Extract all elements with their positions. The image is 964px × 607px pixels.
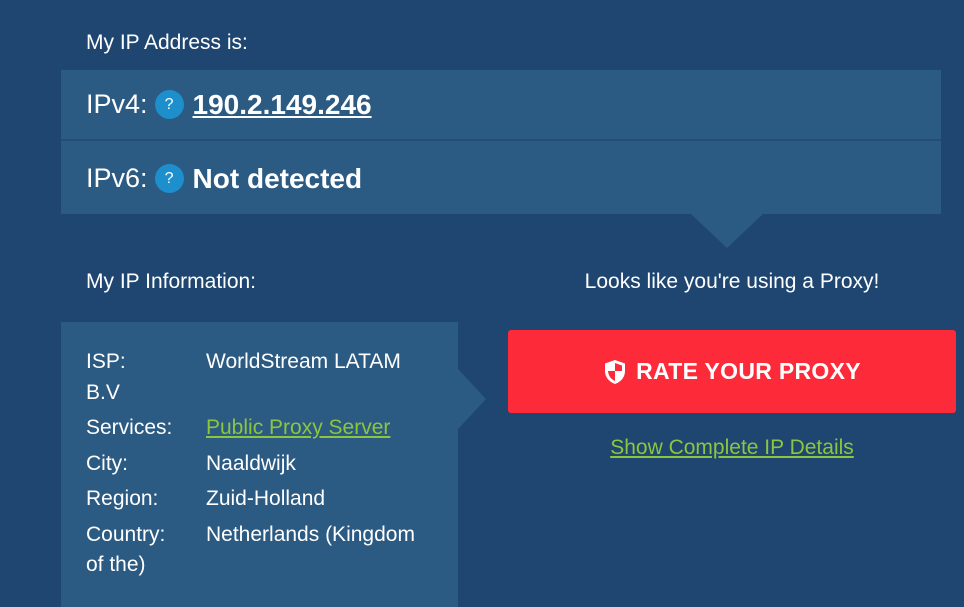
ipv4-value-link[interactable]: 190.2.149.246 bbox=[193, 89, 372, 121]
page: My IP Address is: IPv4: ? 190.2.149.246 … bbox=[0, 0, 964, 607]
country-value-continued: of the) bbox=[86, 553, 146, 576]
panel-pointer bbox=[691, 214, 763, 248]
ip-information-heading: My IP Information: bbox=[86, 270, 257, 293]
city-value: Naaldwijk bbox=[206, 452, 296, 475]
proxy-message: Looks like you're using a Proxy! bbox=[584, 270, 880, 293]
ipv6-label: IPv6: bbox=[86, 163, 148, 193]
shield-icon bbox=[603, 359, 627, 385]
isp-key: ISP: bbox=[86, 350, 126, 373]
country-key: Country: bbox=[86, 523, 166, 546]
rate-your-proxy-button[interactable]: RATE YOUR PROXY bbox=[508, 330, 956, 413]
rate-button-label: RATE YOUR PROXY bbox=[636, 358, 861, 384]
ipv4-row: IPv4: ? 190.2.149.246 bbox=[61, 70, 941, 141]
isp-value-continued: B.V bbox=[86, 381, 120, 404]
help-icon[interactable]: ? bbox=[154, 90, 184, 119]
help-icon[interactable]: ? bbox=[154, 164, 184, 193]
country-value: Netherlands (Kingdom bbox=[206, 523, 415, 546]
region-value: Zuid-Holland bbox=[206, 487, 326, 510]
services-value-link[interactable]: Public Proxy Server bbox=[206, 413, 390, 443]
ip-address-panel: IPv4: ? 190.2.149.246 IPv6: ? Not detect… bbox=[61, 70, 941, 214]
region-key: Region: bbox=[86, 487, 159, 510]
services-key: Services: bbox=[86, 416, 173, 439]
city-key: City: bbox=[86, 452, 128, 475]
ip-address-heading: My IP Address is: bbox=[86, 31, 248, 54]
ipv6-row: IPv6: ? Not detected bbox=[61, 143, 941, 214]
ipv4-label: IPv4: bbox=[86, 89, 148, 119]
isp-value: WorldStream LATAM bbox=[206, 350, 401, 373]
ip-information-panel: ISP: WorldStream LATAM B.V Services: Pub… bbox=[61, 322, 458, 607]
info-panel-pointer bbox=[458, 369, 486, 429]
ipv6-value: Not detected bbox=[192, 162, 363, 194]
show-complete-ip-details-link[interactable]: Show Complete IP Details bbox=[508, 436, 956, 460]
